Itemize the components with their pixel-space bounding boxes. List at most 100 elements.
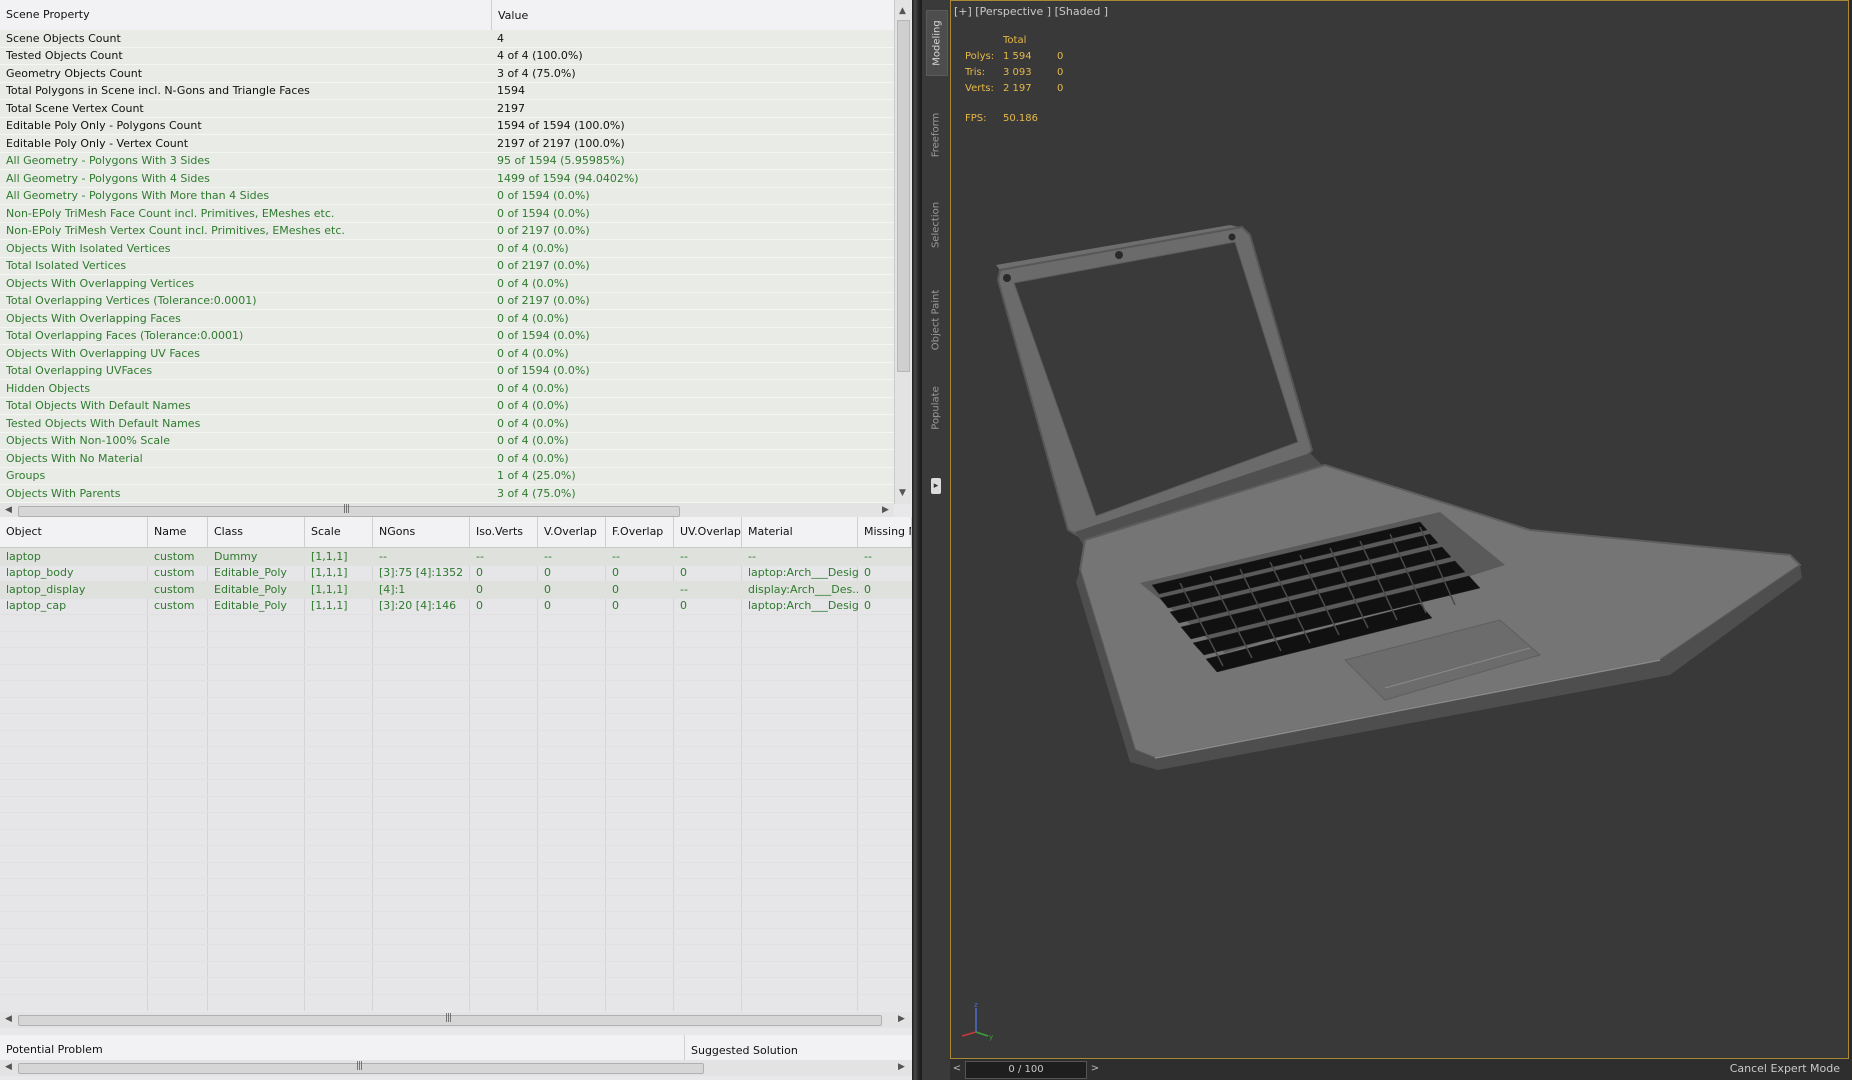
next-frame-button[interactable]: > — [1088, 1061, 1102, 1077]
object-cell: laptop_body — [6, 566, 74, 580]
column-header[interactable]: Object — [0, 517, 148, 547]
column-header[interactable]: Missing M... — [858, 517, 912, 547]
tab-populate[interactable]: Populate — [926, 375, 946, 440]
property-label: Total Isolated Vertices — [6, 259, 127, 273]
object-cell: 0 — [612, 582, 619, 596]
property-value: 1594 of 1594 (100.0%) — [497, 119, 625, 133]
object-cell: -- — [864, 549, 872, 563]
object-cell: custom — [154, 599, 195, 613]
property-column-header[interactable]: Scene Property — [0, 0, 492, 30]
property-row[interactable]: Non-EPoly TriMesh Face Count incl. Primi… — [0, 205, 894, 223]
object-table-body: laptop custom Dummy [1,1,1] -- -- -- -- -- -- -- la… — [0, 548, 912, 1011]
property-row[interactable]: Objects With Non-100% Scale 0 of 4 (0.0%) — [0, 433, 894, 450]
ribbon-vertical-tabs: Modeling Freeform Selection Object Paint… — [922, 0, 951, 1080]
property-row[interactable]: Editable Poly Only - Vertex Count 2197 of… — [0, 135, 894, 153]
property-row[interactable]: Objects With Overlapping Faces 0 of 4 (0.… — [0, 310, 894, 328]
scrollbar-thumb[interactable] — [897, 20, 910, 372]
row-gridline — [0, 647, 912, 648]
stat-tris-selected: 0 — [1057, 67, 1064, 78]
property-row[interactable]: All Geometry - Polygons With 3 Sides 95 o… — [0, 153, 894, 170]
property-label: Hidden Objects — [6, 381, 91, 395]
property-row[interactable]: Hidden Objects 0 of 4 (0.0%) — [0, 380, 894, 398]
object-cell: laptop — [6, 549, 41, 563]
property-row[interactable]: Objects With Isolated Vertices 0 of 4 (0.… — [0, 240, 894, 258]
scroll-right-arrow-icon[interactable]: ▶ — [898, 1014, 905, 1024]
panel-splitter[interactable] — [912, 0, 922, 1080]
suggested-solution-header[interactable]: Suggested Solution — [685, 1044, 798, 1057]
column-header[interactable]: F.Overlap — [606, 517, 674, 547]
property-value: 0 of 4 (0.0%) — [497, 276, 569, 290]
property-row[interactable]: Groups 1 of 4 (25.0%) — [0, 468, 894, 485]
object-row[interactable]: laptop_body custom Editable_Poly [1,1,1] [3]… — [0, 565, 912, 582]
property-row[interactable]: Total Polygons in Scene incl. N-Gons and… — [0, 83, 894, 100]
object-row[interactable]: laptop_cap custom Editable_Poly [1,1,1] [3]:… — [0, 598, 912, 615]
column-header[interactable]: UV.Overlap — [674, 517, 742, 547]
row-gridline — [0, 894, 912, 896]
property-row[interactable]: Objects With Parents 3 of 4 (75.0%) — [0, 485, 894, 503]
property-table-body: Scene Objects Count 4 Tested Objects Count… — [0, 30, 894, 504]
property-row[interactable]: Total Overlapping UVFaces 0 of 1594 (0.0%… — [0, 363, 894, 380]
stat-tris-total: 3 093 — [1003, 67, 1032, 78]
property-row[interactable]: Objects With Overlapping UV Faces 0 of 4 … — [0, 345, 894, 363]
problem-horizontal-scrollbar[interactable]: ◀ ||| ▶ — [0, 1060, 912, 1076]
scroll-right-arrow-icon[interactable]: ▶ — [898, 1062, 905, 1072]
column-header[interactable]: V.Overlap — [538, 517, 606, 547]
column-header[interactable]: Class — [208, 517, 305, 547]
property-value: 0 of 4 (0.0%) — [497, 399, 569, 413]
property-value: 0 of 4 (0.0%) — [497, 381, 569, 395]
scroll-left-arrow-icon[interactable]: ◀ — [5, 505, 12, 515]
property-row[interactable]: Editable Poly Only - Polygons Count 1594 … — [0, 118, 894, 135]
property-row[interactable]: Scene Objects Count 4 — [0, 30, 894, 48]
column-header[interactable]: Name — [148, 517, 208, 547]
tab-modeling[interactable]: Modeling — [926, 10, 948, 76]
property-row[interactable]: Total Objects With Default Names 0 of 4 (… — [0, 398, 894, 415]
object-cell: laptop:Arch___Design — [748, 566, 858, 580]
property-label: Tested Objects Count — [6, 49, 123, 63]
property-row[interactable]: Non-EPoly TriMesh Vertex Count incl. Pri… — [0, 223, 894, 240]
property-row[interactable]: Tested Objects With Default Names 0 of 4 … — [0, 415, 894, 433]
property-row[interactable]: All Geometry - Polygons With More than 4… — [0, 188, 894, 205]
object-cell: laptop_display — [6, 582, 86, 596]
object-cell: custom — [154, 566, 195, 580]
property-row[interactable]: Total Overlapping Vertices (Tolerance:0.… — [0, 293, 894, 310]
object-row[interactable]: laptop_display custom Editable_Poly [1,1,1]… — [0, 581, 912, 598]
cancel-expert-mode-button[interactable]: Cancel Expert Mode — [1730, 1062, 1840, 1075]
property-row[interactable]: Objects With Overlapping Vertices 0 of 4 … — [0, 275, 894, 293]
property-value: 0 of 1594 (0.0%) — [497, 364, 590, 378]
laptop-model[interactable] — [980, 210, 1840, 910]
tab-object-paint[interactable]: Object Paint — [926, 280, 946, 360]
row-gridline — [0, 861, 912, 863]
property-row[interactable]: Geometry Objects Count 3 of 4 (75.0%) — [0, 65, 894, 83]
scroll-left-arrow-icon[interactable]: ◀ — [5, 1014, 12, 1024]
column-header[interactable]: NGons — [373, 517, 470, 547]
property-row[interactable]: Total Overlapping Faces (Tolerance:0.000… — [0, 328, 894, 345]
stat-polys-selected: 0 — [1057, 51, 1064, 62]
property-label: Tested Objects With Default Names — [6, 416, 201, 430]
object-cell: laptop:Arch___Design — [748, 599, 858, 613]
scroll-right-arrow-icon[interactable]: ▶ — [882, 505, 889, 515]
scroll-left-arrow-icon[interactable]: ◀ — [5, 1062, 12, 1072]
viewport-label-menu[interactable]: [+] [Perspective ] [Shaded ] — [954, 5, 1108, 18]
value-column-header[interactable]: Value — [492, 9, 528, 22]
scroll-up-arrow-icon[interactable]: ▲ — [899, 6, 906, 16]
property-row[interactable]: Objects With No Material 0 of 4 (0.0%) — [0, 450, 894, 468]
time-slider[interactable]: 0 / 100 — [965, 1061, 1087, 1079]
column-header[interactable]: Material — [742, 517, 858, 547]
object-cell: Editable_Poly — [214, 582, 287, 596]
tab-freeform[interactable]: Freeform — [926, 100, 946, 170]
expand-ribbon-icon[interactable]: ▸ — [931, 478, 941, 494]
scroll-down-arrow-icon[interactable]: ▼ — [899, 488, 906, 498]
property-row[interactable]: Total Isolated Vertices 0 of 2197 (0.0%) — [0, 258, 894, 275]
property-row[interactable]: Tested Objects Count 4 of 4 (100.0%) — [0, 48, 894, 65]
property-row[interactable]: Total Scene Vertex Count 2197 — [0, 100, 894, 118]
tab-selection[interactable]: Selection — [926, 190, 946, 260]
object-horizontal-scrollbar[interactable]: ◀ ||| ▶ — [0, 1012, 912, 1028]
column-header[interactable]: Scale — [305, 517, 373, 547]
column-header[interactable]: Iso.Verts — [470, 517, 538, 547]
property-row[interactable]: All Geometry - Polygons With 4 Sides 1499… — [0, 170, 894, 188]
property-value: 4 of 4 (100.0%) — [497, 49, 583, 63]
object-row[interactable]: laptop custom Dummy [1,1,1] -- -- -- -- -- -- -- — [0, 548, 912, 565]
property-value: 3 of 4 (75.0%) — [497, 66, 576, 80]
prev-frame-button[interactable]: < — [950, 1061, 964, 1077]
property-vertical-scrollbar[interactable]: ▲ ▼ — [894, 0, 911, 504]
